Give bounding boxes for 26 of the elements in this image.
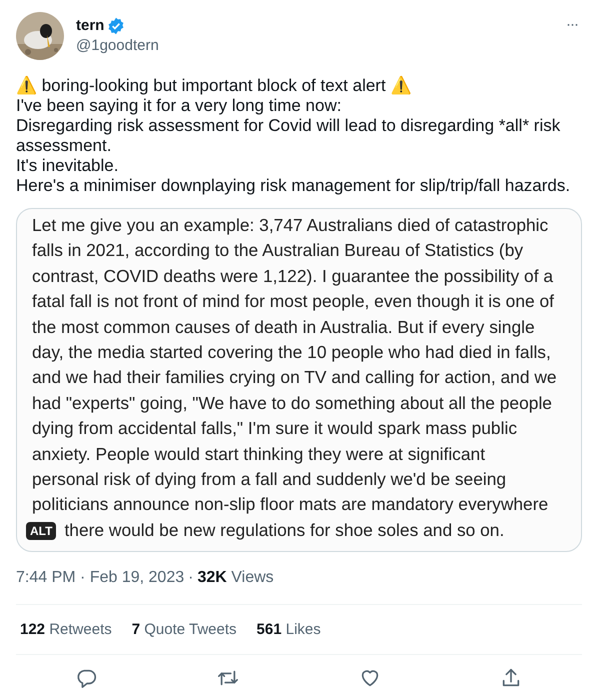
image-text-line: politicians announce non-slip floor mats are mandatory everywhere [32,493,550,516]
tweet-text: ⚠ boring-looking but important block of text alert ⚠ I've been saying it for a very long time now: Disregarding risk assessment for Covid will lead to disregarding *all* risk assessment. It's inevitable. Here's a minimiser downplaying risk management for slip/trip/fall hazards. [16,76,572,196]
speech-bubble-icon[interactable] [76,667,98,690]
author-name[interactable]: tern [76,16,104,36]
image-text-line: Let me give you an example: 3,747 Australians died of catastrophic [32,214,550,237]
image-text-line: and we had their families crying on TV and calling for action, and we [32,366,558,390]
author-handle[interactable]: @1goodtern [76,36,554,56]
image-text-line: dying from accidental falls," I'm sure it would spark mass public [32,417,518,440]
image-text-line: the most common causes of death in Australia. But if every single [32,316,536,339]
separator-dot: · [188,568,194,588]
image-text-line: fatal fall is not front of mind for most people, even though it is one of [32,290,556,314]
image-text-line: had "experts" going, "We have to do something about all the people [32,392,553,415]
image-text-line: there would be new regulations for shoe soles and so on. [64,518,504,542]
engagement-stat[interactable]: 122 Retweets [20,621,112,638]
image-text-line: falls in 2021, according to the Australian Bureau of Statistics (by [32,239,524,262]
image-text-line: day, the media started covering the 10 people who had died in falls, [32,341,552,364]
image-text-line: contrast, COVID deaths were 1,122). I guarantee the possibility of a [32,264,554,288]
engagement-stat[interactable]: 561 Likes [256,621,321,638]
engagement-stat[interactable]: 7 Quote Tweets [132,621,237,638]
image-text-line: personal risk of dying from a fall and suddenly we'd be seeing [32,468,508,492]
tweet-time[interactable]: 7:44 PM · Feb 19, 2023 [16,568,184,588]
view-count: 32K Views [197,568,274,588]
text-screenshot-image[interactable] [16,208,582,552]
image-text-line: anxiety. People would start thinking they were at significant [32,442,486,466]
alt-badge[interactable]: ALT [26,522,56,540]
more-button[interactable]: ··· [566,16,578,33]
